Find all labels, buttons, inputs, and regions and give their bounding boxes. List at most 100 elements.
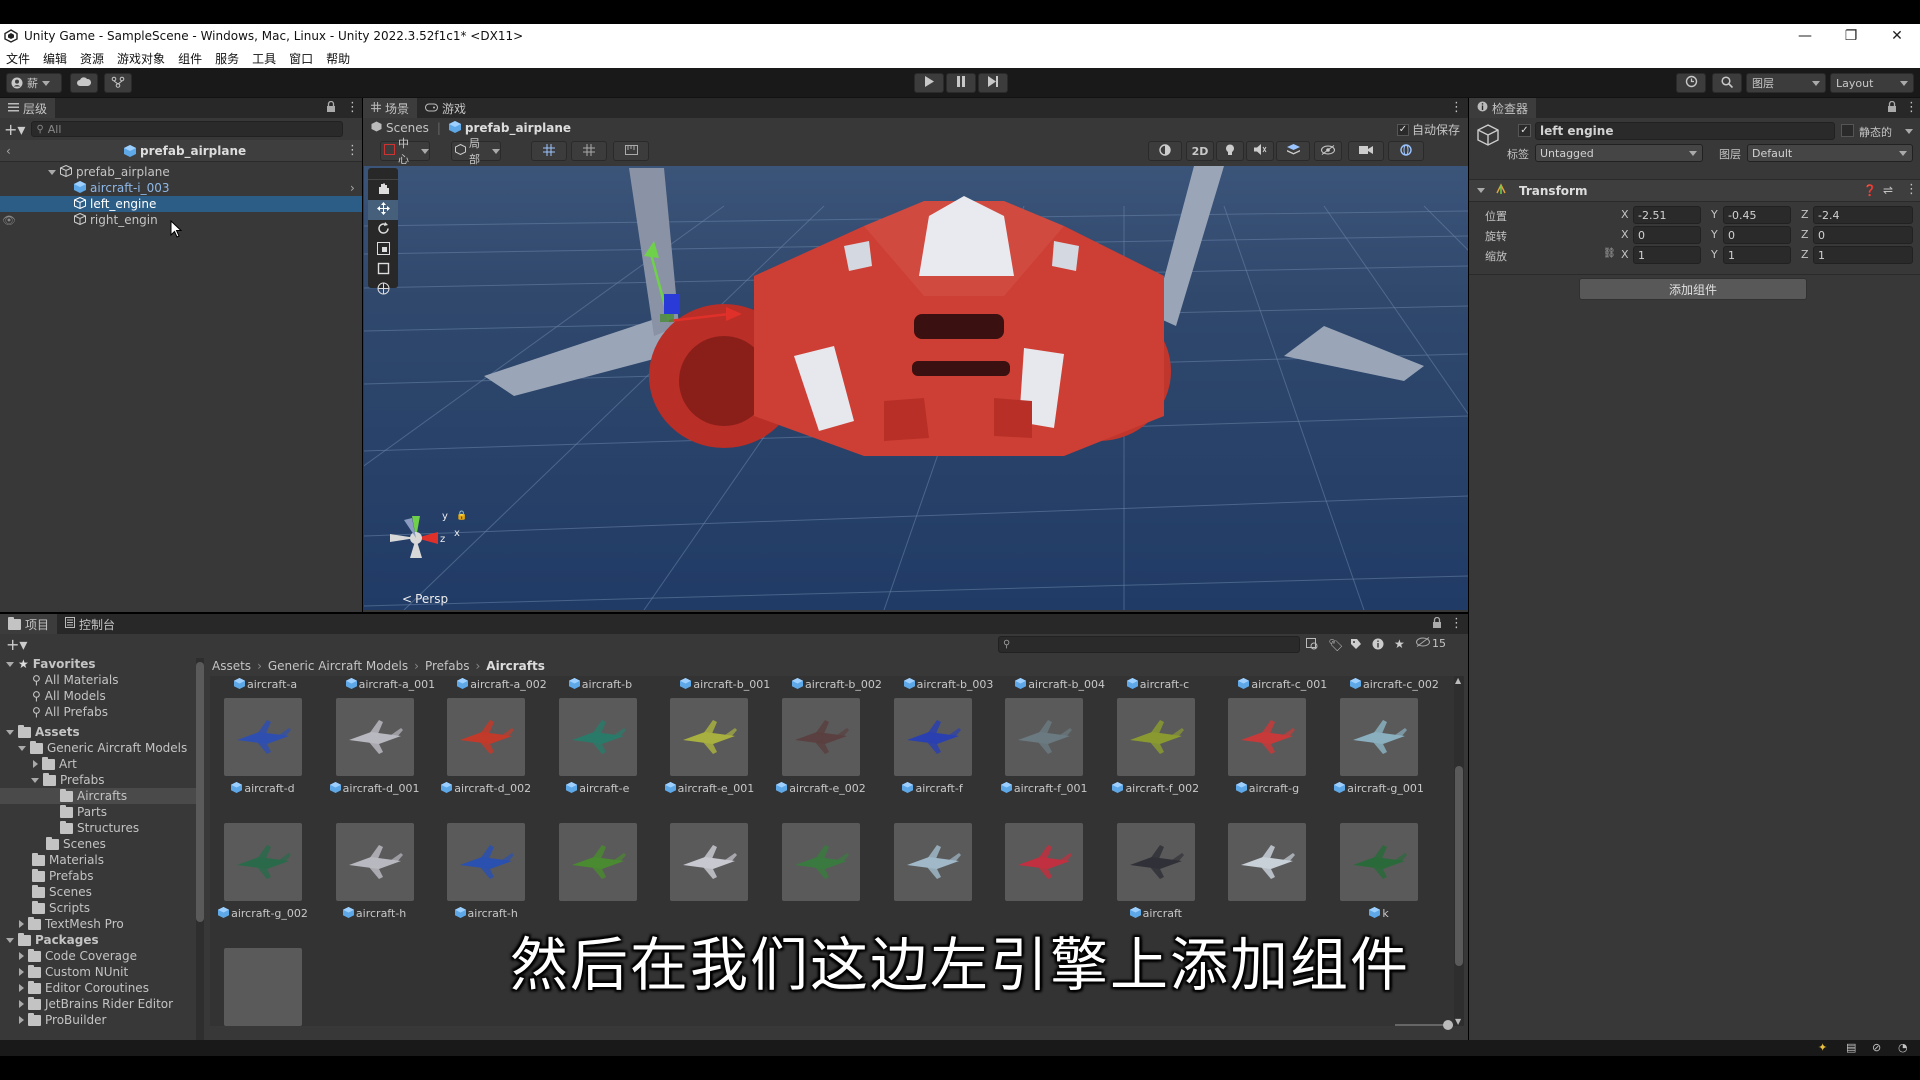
progress-icon[interactable]: ◔ [1898, 1041, 1908, 1054]
rect-tool-button[interactable] [368, 260, 398, 280]
menu-edit[interactable]: 编辑 [43, 50, 67, 67]
projection-toggle[interactable]: < Persp [402, 592, 448, 606]
kebab-menu-icon[interactable]: ⋮ [1905, 100, 1918, 115]
asset-tile[interactable]: aircraft-e_001 [662, 698, 756, 816]
breadcrumb-prefabs[interactable]: Prefabs [425, 659, 470, 673]
breadcrumb-aircrafts[interactable]: Aircrafts [486, 659, 545, 673]
tree-probuilder[interactable]: ProBuilder [0, 1012, 198, 1028]
tree-prefabs[interactable]: Prefabs [0, 868, 198, 884]
layout-dropdown[interactable]: Layout [1830, 73, 1914, 93]
account-dropdown[interactable]: 薪 [6, 73, 62, 93]
ai-sparkle-icon[interactable]: ✦ [1818, 1041, 1827, 1054]
asset-tile[interactable]: aircraft-f [886, 698, 980, 816]
asset-label-aircraft-b[interactable]: aircraft-b [568, 678, 632, 691]
search-button[interactable] [1712, 73, 1742, 93]
asset-tile[interactable]: aircraft-f_002 [1109, 698, 1203, 816]
kebab-menu-icon[interactable]: ⋮ [346, 100, 359, 115]
tree-favorites[interactable]: ★ Favorites [0, 656, 198, 672]
asset-tile[interactable]: aircraft-d_002 [439, 698, 533, 816]
menu-tools[interactable]: 工具 [252, 50, 276, 67]
hidden-objects-button[interactable] [1314, 141, 1342, 161]
tree-prefabs-sub[interactable]: Prefabs [0, 772, 198, 788]
pivot-dropdown[interactable]: 中心 [380, 137, 430, 166]
add-object-button[interactable]: +▾ [4, 120, 25, 139]
tab-project[interactable]: 项目 [0, 614, 58, 634]
rotation-y-input[interactable]: 0 [1723, 226, 1791, 244]
toggle-2d-button[interactable]: 2D [1186, 141, 1214, 161]
tree-scripts[interactable]: Scripts [0, 900, 198, 916]
kebab-menu-icon[interactable]: ⋮ [1905, 182, 1918, 197]
asset-label-aircraft-c_001[interactable]: aircraft-c_001 [1238, 678, 1327, 691]
kebab-menu-icon[interactable]: ⋮ [1450, 100, 1463, 115]
asset-tile[interactable]: aircraft-g_001 [1332, 698, 1426, 816]
asset-tile[interactable]: aircraft-e_002 [774, 698, 868, 816]
constrain-link-icon[interactable]: ⛓ [1603, 248, 1616, 259]
lighting-button[interactable] [1216, 141, 1244, 161]
chevron-right-icon[interactable]: › [350, 181, 355, 195]
asset-label-aircraft-b_003[interactable]: aircraft-b_003 [903, 678, 993, 691]
asset-tile[interactable]: aircraft-g [1220, 698, 1314, 816]
hierarchy-item-left-engine[interactable]: left_engine [0, 196, 362, 212]
tree-assets[interactable]: Assets [0, 724, 198, 740]
scale-z-input[interactable]: 1 [1813, 246, 1913, 264]
asset-tile[interactable]: aircraft-d_001 [328, 698, 422, 816]
tag-dropdown[interactable]: Untagged [1535, 144, 1703, 162]
scale-y-input[interactable]: 1 [1723, 246, 1791, 264]
close-button[interactable]: ✕ [1874, 28, 1920, 44]
asset-label-aircraft-c_002[interactable]: aircraft-c_002 [1350, 678, 1439, 691]
breadcrumb-assets[interactable]: Assets [212, 659, 251, 673]
lock-icon[interactable] [1887, 100, 1897, 116]
asset-label-aircraft-a_002[interactable]: aircraft-a_002 [457, 678, 547, 691]
object-name-input[interactable]: left engine [1535, 122, 1835, 140]
asset-tile[interactable]: aircraft-d [216, 698, 310, 816]
asset-label-aircraft-b_001[interactable]: aircraft-b_001 [680, 678, 770, 691]
tree-structures[interactable]: Structures [0, 820, 198, 836]
network-off-icon[interactable]: ⊘ [1872, 1041, 1881, 1054]
lock-icon[interactable] [326, 100, 336, 116]
menu-services[interactable]: 服务 [215, 50, 239, 67]
menu-component[interactable]: 组件 [178, 50, 202, 67]
rotation-z-input[interactable]: 0 [1813, 226, 1913, 244]
tree-all-materials[interactable]: ⚲ All Materials [0, 672, 198, 688]
asset-label-aircraft-b_004[interactable]: aircraft-b_004 [1015, 678, 1105, 691]
menu-help[interactable]: 帮助 [326, 50, 350, 67]
minimize-button[interactable]: — [1782, 28, 1828, 44]
effects-dropdown[interactable] [1276, 141, 1310, 161]
menu-file[interactable]: 文件 [6, 50, 30, 67]
hand-tool-button[interactable] [368, 180, 398, 200]
play-button[interactable] [914, 73, 944, 93]
back-arrow-icon[interactable]: ‹ [6, 144, 11, 158]
add-component-button[interactable]: 添加组件 [1579, 278, 1807, 300]
transform-header[interactable]: Transform ❓ ⇌ ⋮ [1469, 180, 1920, 202]
tab-game[interactable]: 游戏 [417, 98, 474, 118]
grid-visibility-button[interactable] [571, 141, 607, 161]
thumbnail-size-slider[interactable] [1395, 1020, 1453, 1030]
position-x-input[interactable]: -2.51 [1633, 206, 1701, 224]
scene-viewport[interactable]: y z x 🔒 < Persp [364, 166, 1468, 610]
pause-button[interactable] [946, 73, 976, 93]
scale-tool-button[interactable] [368, 240, 398, 260]
gizmos-dropdown[interactable] [1388, 141, 1424, 161]
star-favorite-icon[interactable]: ★ [1394, 637, 1405, 651]
hierarchy-item-prefab-root[interactable]: prefab_airplane [0, 164, 362, 180]
chevron-down-icon[interactable] [1905, 129, 1913, 134]
search-by-type-icon[interactable] [1306, 638, 1319, 654]
cache-icon[interactable]: ▤ [1846, 1041, 1856, 1054]
tab-hierarchy[interactable]: 层级 [0, 98, 56, 118]
scale-x-input[interactable]: 1 [1633, 246, 1701, 264]
tree-generic-aircraft-models[interactable]: Generic Aircraft Models [0, 740, 198, 756]
rotate-tool-button[interactable] [368, 220, 398, 240]
asset-label-aircraft-b_002[interactable]: aircraft-b_002 [792, 678, 882, 691]
tree-all-prefabs[interactable]: ⚲ All Prefabs [0, 704, 198, 720]
asset-tile[interactable]: aircraft-f_001 [997, 698, 1091, 816]
project-search-input[interactable]: ⚲ [998, 636, 1300, 653]
create-asset-button[interactable]: +▾ [6, 635, 27, 654]
tab-console[interactable]: 控制台 [57, 614, 123, 634]
hidden-packages-toggle[interactable]: 15 [1416, 637, 1446, 650]
tab-scene[interactable]: 场景 [363, 98, 418, 118]
tree-materials[interactable]: Materials [0, 852, 198, 868]
draw-mode-dropdown[interactable] [1148, 141, 1182, 161]
static-checkbox[interactable] [1841, 124, 1854, 137]
breadcrumb-scenes[interactable]: Scenes [386, 121, 429, 135]
menu-assets[interactable]: 资源 [80, 50, 104, 67]
